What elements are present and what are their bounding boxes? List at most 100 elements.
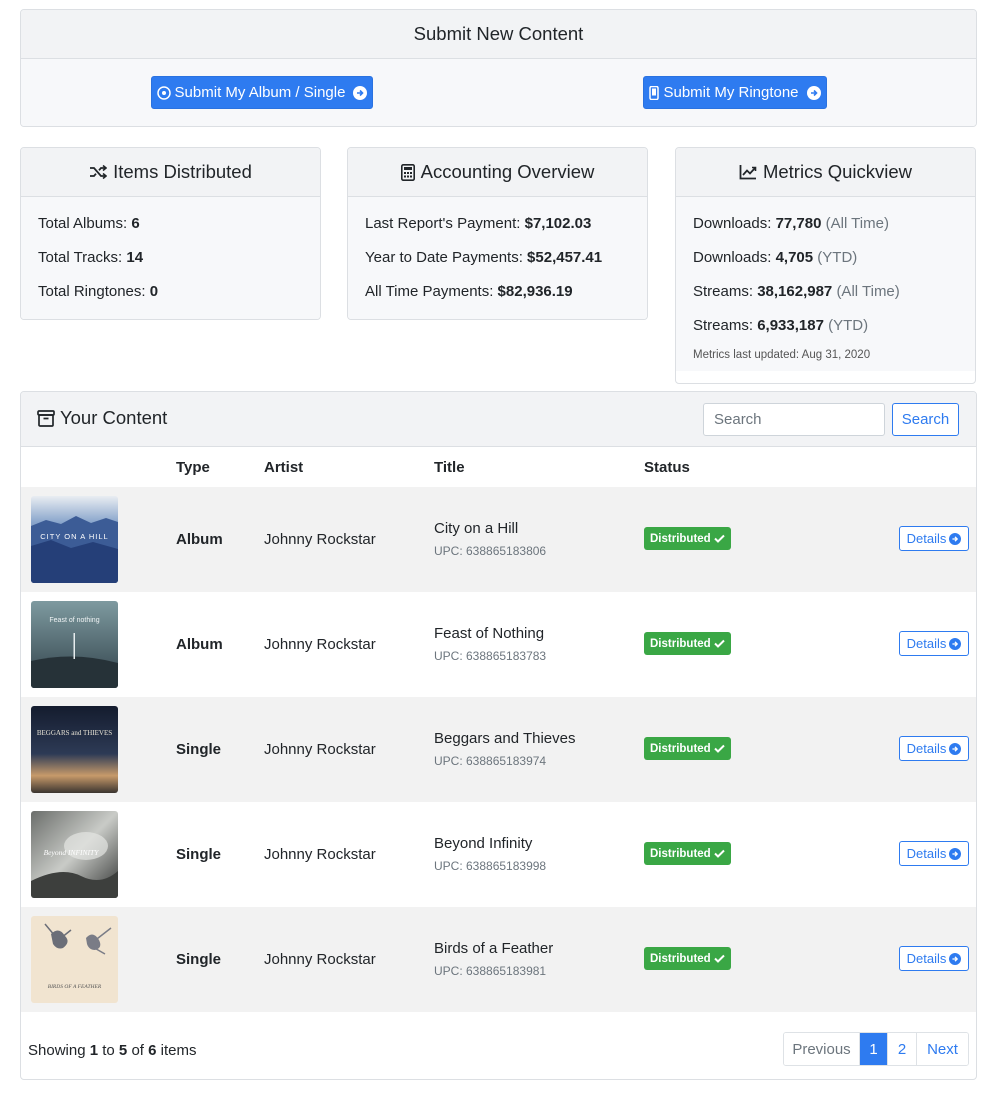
- streams-ytd-period: (YTD): [828, 317, 869, 334]
- status-badge: Distributed: [644, 632, 731, 655]
- downloads-ytd-label: Downloads:: [693, 249, 772, 266]
- arrow-circle-right-icon: [949, 952, 962, 965]
- check-icon: [713, 849, 725, 858]
- status-label: Distributed: [650, 637, 711, 650]
- submit-album-label: Submit My Album / Single: [174, 84, 346, 101]
- total-ringtones-value: 0: [149, 283, 159, 300]
- ytd-payments-label: Year to Date Payments:: [365, 249, 523, 266]
- showing-suffix: items: [160, 1042, 197, 1059]
- submit-content-card: Submit New Content Submit My Album / Sin…: [20, 9, 977, 127]
- row-title: City on a Hill: [434, 520, 519, 537]
- downloads-ytd-value: 4,705: [775, 249, 814, 266]
- streams-all-time: Streams: 38,162,987 (All Time): [693, 275, 958, 309]
- your-content-title: Your Content: [37, 407, 167, 429]
- submit-album-button[interactable]: Submit My Album / Single: [151, 76, 373, 109]
- row-artist: Johnny Rockstar: [264, 741, 376, 758]
- table-row: CITY ON A HILL Album Johnny Rockstar Cit…: [21, 487, 976, 592]
- all-time-payments-label: All Time Payments:: [365, 283, 494, 300]
- row-upc: UPC: 638865183806: [434, 544, 547, 558]
- row-artist: Johnny Rockstar: [264, 531, 376, 548]
- details-button[interactable]: Details: [899, 631, 969, 656]
- downloads-all-time-period: (All Time): [825, 215, 889, 232]
- arrow-circle-right-icon: [949, 847, 962, 860]
- total-tracks-label: Total Tracks:: [38, 249, 123, 266]
- album-cover[interactable]: CITY ON A HILL: [31, 496, 118, 583]
- row-title: Beyond Infinity: [434, 835, 533, 852]
- details-label: Details: [906, 951, 947, 966]
- showing-items-text: Showing 1 to 5 of 6 items: [28, 1042, 196, 1059]
- total-tracks-value: 14: [126, 249, 144, 266]
- search-button[interactable]: Search: [892, 403, 959, 436]
- album-cover[interactable]: Feast of nothing: [31, 601, 118, 688]
- pagination-previous[interactable]: Previous: [784, 1033, 860, 1065]
- arrow-circle-right-icon: [353, 85, 368, 100]
- arrow-circle-right-icon: [949, 637, 962, 650]
- check-icon: [713, 954, 725, 963]
- row-type: Album: [176, 636, 223, 653]
- row-title: Beggars and Thieves: [434, 730, 576, 747]
- accounting-overview-header: Accounting Overview: [348, 148, 647, 197]
- album-cover[interactable]: BEGGARS and THIEVES: [31, 706, 118, 793]
- metrics-quickview-title: Metrics Quickview: [762, 161, 913, 182]
- accounting-overview-title: Accounting Overview: [420, 161, 595, 182]
- row-upc: UPC: 638865183783: [434, 649, 547, 663]
- submit-content-header: Submit New Content: [21, 10, 976, 59]
- your-content-card: Your Content Search Type Artist Title St…: [20, 391, 977, 1080]
- submit-ringtone-button[interactable]: Submit My Ringtone: [643, 76, 827, 109]
- status-badge: Distributed: [644, 737, 731, 760]
- pagination-next[interactable]: Next: [917, 1033, 968, 1065]
- table-row: BIRDS OF A FEATHER Single Johnny Rocksta…: [21, 907, 976, 1012]
- all-time-payments: All Time Payments: $82,936.19: [365, 275, 630, 309]
- accounting-overview-card: Accounting Overview Last Report's Paymen…: [347, 147, 648, 320]
- details-button[interactable]: Details: [899, 946, 969, 971]
- submit-content-title: Submit New Content: [413, 23, 584, 44]
- downloads-all-time-value: 77,780: [775, 215, 822, 232]
- details-label: Details: [906, 741, 947, 756]
- items-distributed-card: Items Distributed Total Albums: 6 Total …: [20, 147, 321, 320]
- last-report-payment-label: Last Report's Payment:: [365, 215, 521, 232]
- your-content-header: Your Content Search: [21, 392, 976, 447]
- album-cover[interactable]: Beyond INFINITY: [31, 811, 118, 898]
- details-button[interactable]: Details: [899, 526, 969, 551]
- archive-icon: [37, 409, 55, 427]
- shuffle-icon: [90, 164, 108, 180]
- check-icon: [713, 639, 725, 648]
- showing-to-word: to: [102, 1042, 115, 1059]
- arrow-circle-right-icon: [949, 532, 962, 545]
- accounting-overview-body: Last Report's Payment: $7,102.03 Year to…: [348, 197, 647, 319]
- all-time-payments-value: $82,936.19: [497, 283, 573, 300]
- metrics-updated-text: Metrics last updated: Aug 31, 2020: [693, 349, 871, 361]
- downloads-ytd-period: (YTD): [817, 249, 858, 266]
- submit-content-body: Submit My Album / Single Submit My Ringt…: [21, 59, 976, 126]
- showing-to: 5: [118, 1042, 128, 1059]
- total-ringtones-label: Total Ringtones:: [38, 283, 146, 300]
- total-albums: Total Albums: 6: [38, 207, 303, 241]
- streams-all-time-label: Streams:: [693, 283, 754, 300]
- disc-icon: [156, 85, 171, 100]
- details-button[interactable]: Details: [899, 841, 969, 866]
- streams-all-time-value: 38,162,987: [757, 283, 833, 300]
- total-albums-value: 6: [131, 215, 140, 232]
- pagination-page-2[interactable]: 2: [888, 1033, 917, 1065]
- column-artist: Artist: [264, 459, 304, 476]
- row-type: Single: [176, 741, 222, 758]
- downloads-all-time-label: Downloads:: [693, 215, 772, 232]
- details-button[interactable]: Details: [899, 736, 969, 761]
- album-cover[interactable]: BIRDS OF A FEATHER: [31, 916, 118, 1003]
- row-title: Birds of a Feather: [434, 940, 554, 957]
- table-row: Feast of nothing Album Johnny Rockstar F…: [21, 592, 976, 697]
- row-upc: UPC: 638865183998: [434, 859, 547, 873]
- check-icon: [713, 744, 725, 753]
- column-status: Status: [644, 459, 690, 476]
- total-ringtones: Total Ringtones: 0: [38, 275, 303, 309]
- arrow-circle-right-icon: [949, 742, 962, 755]
- search-input[interactable]: [703, 403, 885, 436]
- streams-ytd-label: Streams:: [693, 317, 754, 334]
- phone-icon: [649, 85, 660, 100]
- pagination-page-1[interactable]: 1: [860, 1033, 888, 1065]
- cover-text: Feast of nothing: [49, 617, 99, 624]
- column-title: Title: [434, 459, 465, 476]
- cover-text: Beyond INFINITY: [44, 848, 100, 857]
- last-report-payment-value: $7,102.03: [524, 215, 592, 232]
- check-icon: [713, 534, 725, 543]
